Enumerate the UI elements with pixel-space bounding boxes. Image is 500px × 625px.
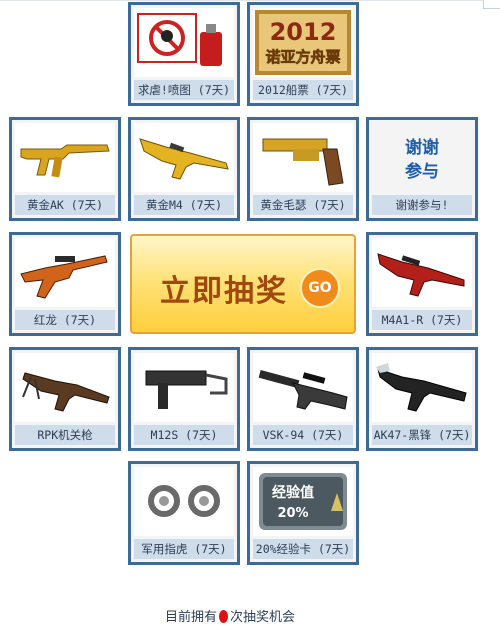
draw-count-marker: [219, 610, 229, 623]
prize-tile-golden-mauser[interactable]: 黄金毛瑟 (7天): [247, 117, 359, 221]
prize-tile-m12s[interactable]: M12S (7天): [128, 347, 240, 451]
prize-tile-m4a1-r[interactable]: M4A1-R (7天): [366, 232, 478, 336]
prize-tile-golden-ak[interactable]: 黄金AK (7天): [9, 117, 121, 221]
prize-label: M4A1-R (7天): [372, 310, 472, 330]
svg-text:谢谢: 谢谢: [405, 137, 439, 158]
prize-label: AK47-黑锋 (7天): [372, 425, 472, 445]
prize-tile-ak47-black-edge[interactable]: AK47-黑锋 (7天): [366, 347, 478, 451]
prize-tile-rpk[interactable]: RPK机关枪: [9, 347, 121, 451]
svg-text:参与: 参与: [405, 161, 439, 182]
draw-button-label: 立即抽奖: [160, 274, 288, 309]
prize-label: 20%经验卡 (7天): [253, 539, 353, 559]
thanks-image: 谢谢 参与: [372, 123, 472, 192]
m12s-image: [134, 353, 234, 422]
golden-m4-image: [134, 123, 234, 192]
prize-tile-spray[interactable]: 求虐!喷图 (7天): [128, 2, 240, 106]
draw-button-frame[interactable]: 立即抽奖 GO: [128, 232, 358, 336]
exp-card-image: 经验值 20%: [253, 467, 353, 536]
knuckles-image: [134, 467, 234, 536]
svg-text:经验值: 经验值: [272, 484, 314, 501]
svg-text:2012: 2012: [270, 18, 337, 46]
top-divider: [0, 0, 500, 1]
prize-tile-red-dragon[interactable]: 红龙 (7天): [9, 232, 121, 336]
prize-label: 求虐!喷图 (7天): [134, 80, 234, 100]
svg-text:诺亚方舟票: 诺亚方舟票: [265, 48, 340, 66]
ak47-black-edge-image: [372, 353, 472, 422]
spray-image: [134, 8, 234, 77]
golden-mauser-image: [253, 123, 353, 192]
golden-ak-image: [15, 123, 115, 192]
draw-count-line: 目前拥有 次抽奖机会: [165, 606, 295, 625]
prize-tile-exp-card[interactable]: 经验值 20% 20%经验卡 (7天): [247, 461, 359, 565]
prize-label: 军用指虎 (7天): [134, 539, 234, 559]
svg-text:20%: 20%: [277, 506, 308, 521]
prize-tile-knuckles[interactable]: 军用指虎 (7天): [128, 461, 240, 565]
prize-label: 红龙 (7天): [15, 310, 115, 330]
prize-tile-golden-m4[interactable]: 黄金M4 (7天): [128, 117, 240, 221]
red-dragon-image: [15, 238, 115, 307]
m4a1-r-image: [372, 238, 472, 307]
prize-tile-vsk94[interactable]: VSK-94 (7天): [247, 347, 359, 451]
prize-label: RPK机关枪: [15, 425, 115, 445]
go-icon: GO: [300, 268, 340, 308]
rpk-image: [15, 353, 115, 422]
prize-label: M12S (7天): [134, 425, 234, 445]
ticket-image: 2012 诺亚方舟票: [253, 8, 353, 77]
prize-label: 黄金AK (7天): [15, 195, 115, 215]
top-corner-box: [483, 0, 500, 9]
prize-label: 2012船票 (7天): [253, 80, 353, 100]
vsk94-image: [253, 353, 353, 422]
prize-label: 谢谢参与!: [372, 195, 472, 215]
draw-button[interactable]: 立即抽奖 GO: [130, 234, 356, 334]
prize-label: 黄金M4 (7天): [134, 195, 234, 215]
prize-label: VSK-94 (7天): [253, 425, 353, 445]
prize-tile-ticket[interactable]: 2012 诺亚方舟票 2012船票 (7天): [247, 2, 359, 106]
prize-tile-thanks[interactable]: 谢谢 参与 谢谢参与!: [366, 117, 478, 221]
prize-label: 黄金毛瑟 (7天): [253, 195, 353, 215]
